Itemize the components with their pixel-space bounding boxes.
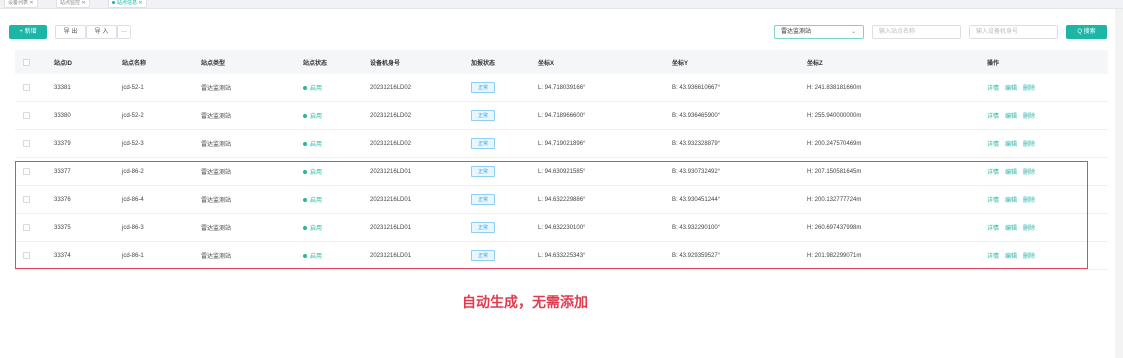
header-device: 设备机身号 (370, 60, 401, 67)
status-dot-icon (303, 85, 307, 90)
search-button[interactable]: Q 搜索 (1066, 25, 1107, 39)
cell-z: H: 200.247570469m (807, 140, 862, 147)
cell-x: L: 94.719021896° (538, 140, 586, 147)
station-type-value: 雷达监测站 (781, 29, 812, 35)
table-row: 33381 jcd-52-1 雷达监测站 20231216LD02 L: 94.7180… (15, 74, 1108, 102)
cell-x: L: 94.718966600° (538, 112, 586, 119)
add-button[interactable]: + 新增 (9, 25, 47, 39)
delete-link[interactable]: 删除 (1023, 83, 1035, 92)
status-text: 启用 (310, 142, 323, 148)
cell-z: H: 241.838181660m (807, 84, 862, 91)
row-checkbox[interactable] (23, 74, 30, 101)
cell-type: 雷达监测站 (201, 86, 232, 92)
header-x: 坐标X (538, 60, 555, 67)
cell-actions: 详情 编辑 删除 (987, 130, 1041, 157)
cell-status: 启用 (303, 74, 322, 101)
tab-bar: 设备列表 ✕ 站点监控 ✕ 站点信息 ✕ (0, 0, 1123, 9)
vertical-scrollbar[interactable] (1115, 9, 1123, 358)
report-status-badge: 正常 (471, 110, 496, 121)
tab-station-info[interactable]: 站点信息 ✕ (108, 0, 147, 8)
report-status-badge: 正常 (471, 138, 496, 149)
cell-report: 正常 (471, 102, 496, 129)
header-actions: 操作 (987, 60, 1000, 67)
chevron-down-icon: ⌄ (850, 29, 856, 35)
annotation-note: 自动生成，无需添加 (462, 294, 588, 310)
highlight-box (15, 161, 1088, 269)
report-status-badge: 正常 (471, 82, 496, 93)
header-name: 站点名称 (122, 60, 147, 67)
tab-device-list[interactable]: 设备列表 ✕ (4, 0, 38, 8)
cell-id: 33379 (54, 140, 71, 147)
table-row: 33380 jcd-52-2 雷达监测站 20231216LD02 L: 94.7189… (15, 102, 1108, 130)
row-checkbox[interactable] (23, 130, 30, 157)
cell-type: 雷达监测站 (201, 142, 232, 148)
tab-label: 站点信息 (117, 0, 138, 6)
cell-status: 启用 (303, 130, 322, 157)
station-type-select[interactable]: 雷达监测站 ⌄ (774, 25, 864, 39)
header-y: 坐标Y (672, 60, 689, 67)
cell-report: 正常 (471, 130, 496, 157)
delete-link[interactable]: 删除 (1023, 139, 1035, 148)
cell-y: B: 43.936610667° (672, 84, 721, 91)
cell-actions: 详情 编辑 删除 (987, 74, 1041, 101)
tab-station-monitor[interactable]: 站点监控 ✕ (56, 0, 90, 8)
cell-id: 33380 (54, 112, 71, 119)
cell-name: jcd-52-3 (122, 140, 144, 147)
cell-x: L: 94.718039166° (538, 84, 586, 91)
cell-device: 20231216LD02 (370, 112, 412, 119)
more-button[interactable]: ··· (117, 25, 131, 39)
cell-status: 启用 (303, 102, 322, 129)
active-dot-icon (112, 1, 115, 5)
import-button[interactable]: 导 入 (86, 25, 117, 39)
header-z: 坐标Z (807, 60, 823, 67)
detail-link[interactable]: 详情 (987, 111, 999, 120)
select-all-checkbox[interactable] (23, 50, 30, 74)
status-dot-icon (303, 141, 307, 146)
header-id: 站点ID (54, 60, 73, 67)
header-type: 站点类型 (201, 60, 226, 67)
cell-y: B: 43.936465900° (672, 112, 721, 119)
device-number-input[interactable]: 输入设备机身号 (969, 25, 1058, 39)
cell-report: 正常 (471, 74, 496, 101)
row-checkbox[interactable] (23, 102, 30, 129)
header-status: 站点状态 (303, 60, 328, 67)
station-name-input[interactable]: 输入站点名称 (872, 25, 961, 39)
edit-link[interactable]: 编辑 (1005, 139, 1017, 148)
cell-z: H: 255.940000000m (807, 112, 862, 119)
cell-device: 20231216LD02 (370, 84, 412, 91)
cell-actions: 详情 编辑 删除 (987, 102, 1041, 129)
cell-name: jcd-52-2 (122, 112, 144, 119)
tab-label: 设备列表 (8, 0, 29, 6)
edit-link[interactable]: 编辑 (1005, 83, 1017, 92)
header-report: 加报状态 (471, 60, 496, 67)
table-header: 站点ID 站点名称 站点类型 站点状态 设备机身号 加报状态 坐标X 坐标Y 坐… (15, 50, 1108, 74)
cell-type: 雷达监测站 (201, 114, 232, 120)
edit-link[interactable]: 编辑 (1005, 111, 1017, 120)
detail-link[interactable]: 详情 (987, 83, 999, 92)
status-dot-icon (303, 113, 307, 118)
status-text: 启用 (310, 114, 323, 120)
cell-y: B: 43.932328879° (672, 140, 721, 147)
cell-id: 33381 (54, 84, 71, 91)
cell-device: 20231216LD02 (370, 140, 412, 147)
detail-link[interactable]: 详情 (987, 139, 999, 148)
table-row: 33379 jcd-52-3 雷达监测站 20231216LD02 L: 94.7190… (15, 130, 1108, 158)
delete-link[interactable]: 删除 (1023, 111, 1035, 120)
tab-label: 站点监控 (60, 0, 81, 6)
status-text: 启用 (310, 86, 323, 92)
cell-name: jcd-52-1 (122, 84, 144, 91)
export-button[interactable]: 导 出 (55, 25, 86, 39)
